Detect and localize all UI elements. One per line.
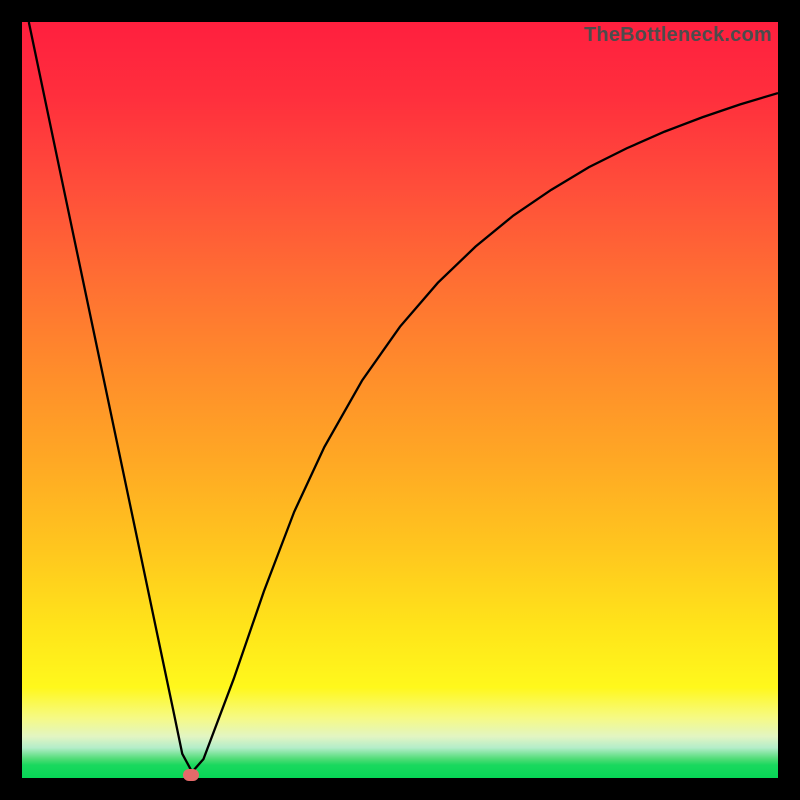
bottleneck-curve xyxy=(22,22,778,778)
plot-area: TheBottleneck.com xyxy=(22,22,778,778)
watermark-label: TheBottleneck.com xyxy=(584,24,772,47)
minimum-marker xyxy=(183,769,199,781)
curve-path xyxy=(29,22,778,772)
chart-frame: TheBottleneck.com xyxy=(0,0,800,800)
